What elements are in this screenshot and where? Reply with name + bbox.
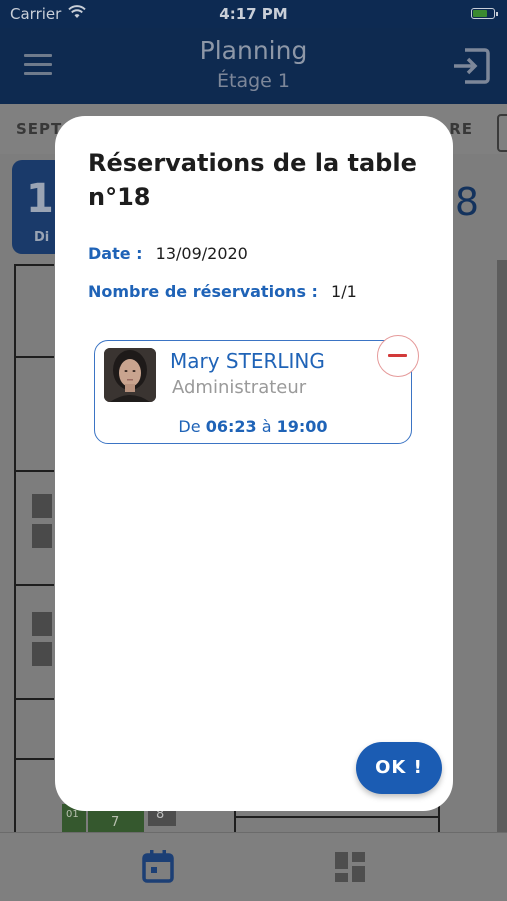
scroll-rail <box>497 260 507 832</box>
month-selector[interactable] <box>497 114 507 152</box>
tab-bar <box>0 832 507 901</box>
page-subtitle: Étage 1 <box>217 70 290 92</box>
side-number: 8 <box>454 180 479 224</box>
remove-reservation-button[interactable] <box>377 335 419 377</box>
end-time: 19:00 <box>276 417 328 436</box>
dialog-title: Réservations de la table n°18 <box>88 149 417 211</box>
reservations-dialog: Réservations de la table n°18 Date : 13/… <box>55 116 453 811</box>
day-number: 1 <box>26 176 54 222</box>
date-label: Date : <box>88 244 143 263</box>
date-row: Date : 13/09/2020 <box>88 244 248 263</box>
date-value: 13/09/2020 <box>155 244 248 263</box>
month-label-right: RE <box>449 120 473 138</box>
count-label: Nombre de réservations : <box>88 282 318 301</box>
day-label: Di <box>34 230 50 245</box>
count-row: Nombre de réservations : 1/1 <box>88 282 357 301</box>
tab-floorplan[interactable] <box>334 851 366 883</box>
floor-number: 7 <box>111 815 120 830</box>
dashboard-icon <box>335 852 365 882</box>
ok-button[interactable]: OK ! <box>356 742 442 794</box>
count-value: 1/1 <box>331 282 357 301</box>
start-time: 06:23 <box>205 417 257 436</box>
time-range: De 06:23 à 19:00 <box>178 417 328 436</box>
calendar-icon <box>142 850 174 883</box>
floor-number: 01 <box>66 809 79 820</box>
status-bar: Carrier 4:17 PM <box>0 0 507 28</box>
person-name: Mary STERLING <box>170 349 325 373</box>
reservation-card[interactable]: Mary STERLING Administrateur De 06:23 à … <box>94 335 419 444</box>
person-role: Administrateur <box>172 377 307 398</box>
tab-calendar[interactable] <box>142 849 174 883</box>
logout-icon <box>454 48 490 84</box>
logout-button[interactable] <box>451 46 491 86</box>
clock: 4:17 PM <box>219 5 288 23</box>
minus-icon <box>388 354 407 357</box>
page-title: Planning <box>199 36 308 65</box>
nav-bar: Planning Étage 1 <box>0 28 507 104</box>
avatar <box>104 348 156 402</box>
battery-icon <box>471 8 498 19</box>
month-label: SEPT <box>16 120 63 138</box>
